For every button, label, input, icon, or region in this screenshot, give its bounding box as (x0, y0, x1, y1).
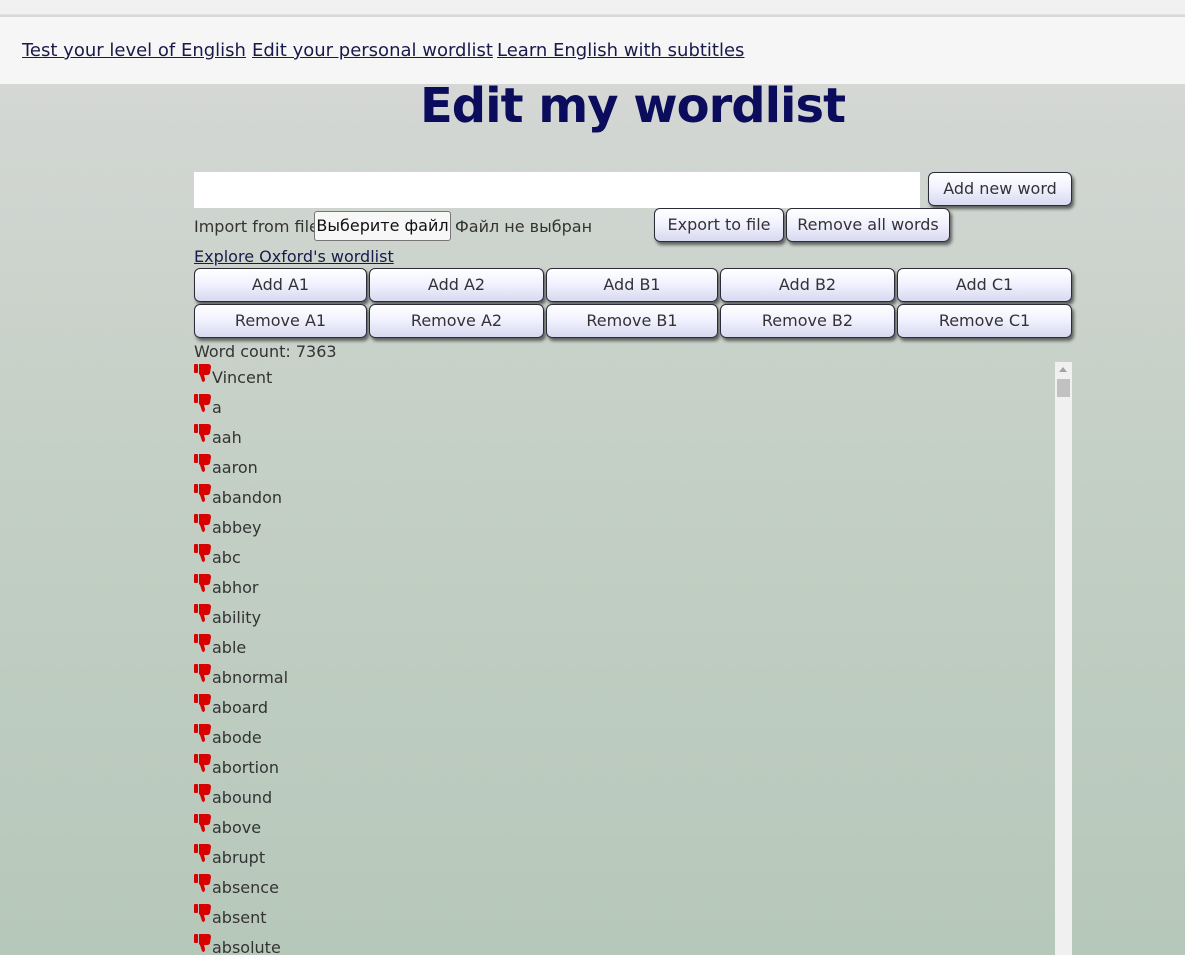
thumbs-down-icon[interactable] (194, 483, 212, 503)
thumbs-down-icon[interactable] (194, 423, 212, 443)
scroll-up-arrow-icon[interactable] (1059, 367, 1067, 372)
remove-b1-button[interactable]: Remove B1 (546, 304, 718, 338)
remove-c1-button[interactable]: Remove C1 (897, 304, 1072, 338)
word-text: abhor (212, 577, 259, 597)
word-text: abnormal (212, 667, 289, 687)
word-text: absence (212, 877, 279, 897)
word-text: abode (212, 727, 262, 747)
word-list-item: abnormal (194, 662, 288, 692)
browser-top-strip (0, 0, 1185, 15)
word-text: a (212, 397, 222, 417)
word-list-item: Vincent (194, 362, 272, 392)
word-text: abbey (212, 517, 262, 537)
word-text: abandon (212, 487, 282, 507)
page-title: Edit my wordlist (419, 78, 846, 134)
new-word-input[interactable] (194, 172, 920, 208)
scrollbar-thumb[interactable] (1057, 379, 1070, 397)
add-a1-button[interactable]: Add A1 (194, 268, 367, 302)
add-b1-button[interactable]: Add B1 (546, 268, 718, 302)
remove-all-words-button[interactable]: Remove all words (786, 208, 950, 242)
word-text: aaron (212, 457, 258, 477)
word-list-item: absent (194, 902, 267, 932)
nav-link-edit-wordlist[interactable]: Edit your personal wordlist (252, 40, 493, 61)
word-list-item: abortion (194, 752, 279, 782)
thumbs-down-icon[interactable] (194, 393, 212, 413)
explore-oxford-wordlist-link[interactable]: Explore Oxford's wordlist (194, 247, 394, 266)
word-text: abrupt (212, 847, 266, 867)
word-text: absolute (212, 937, 281, 955)
top-navbar: Test your level of English Edit your per… (0, 17, 1185, 84)
thumbs-down-icon[interactable] (194, 663, 212, 683)
word-text: aah (212, 427, 242, 447)
thumbs-down-icon[interactable] (194, 603, 212, 623)
thumbs-down-icon[interactable] (194, 813, 212, 833)
word-text: aboard (212, 697, 269, 717)
word-list: Vincent a aah aaron abandon abbey abc abhor abil… (194, 362, 1056, 955)
thumbs-down-icon[interactable] (194, 873, 212, 893)
thumbs-down-icon[interactable] (194, 543, 212, 563)
word-list-item: abode (194, 722, 262, 752)
add-a2-button[interactable]: Add A2 (369, 268, 544, 302)
add-b2-button[interactable]: Add B2 (720, 268, 895, 302)
word-list-item: abound (194, 782, 272, 812)
word-text: abound (212, 787, 273, 807)
thumbs-down-icon[interactable] (194, 633, 212, 653)
remove-a2-button[interactable]: Remove A2 (369, 304, 544, 338)
thumbs-down-icon[interactable] (194, 783, 212, 803)
file-status-text: Файл не выбран (455, 217, 593, 236)
word-text: ability (212, 607, 262, 627)
nav-link-learn-subtitles[interactable]: Learn English with subtitles (497, 40, 744, 61)
word-list-item: a (194, 392, 222, 422)
choose-file-button[interactable]: Выберите файл (314, 211, 451, 241)
word-text: absent (212, 907, 267, 927)
import-label: Import from file: (194, 217, 325, 236)
word-count: Word count: 7363 (194, 342, 337, 361)
thumbs-down-icon[interactable] (194, 453, 212, 473)
word-list-item: aah (194, 422, 242, 452)
add-new-word-button[interactable]: Add new word (928, 172, 1072, 206)
remove-b2-button[interactable]: Remove B2 (720, 304, 895, 338)
thumbs-down-icon[interactable] (194, 903, 212, 923)
thumbs-down-icon[interactable] (194, 573, 212, 593)
remove-a1-button[interactable]: Remove A1 (194, 304, 367, 338)
word-list-item: absolute (194, 932, 281, 955)
thumbs-down-icon[interactable] (194, 843, 212, 863)
add-c1-button[interactable]: Add C1 (897, 268, 1072, 302)
word-list-item: above (194, 812, 261, 842)
word-list-item: abandon (194, 482, 282, 512)
word-list-item: ability (194, 602, 261, 632)
word-list-item: absence (194, 872, 279, 902)
word-list-item: abbey (194, 512, 261, 542)
word-list-item: aboard (194, 692, 268, 722)
word-list-item: abc (194, 542, 241, 572)
word-text: Vincent (212, 367, 273, 387)
word-list-item: aaron (194, 452, 258, 482)
word-list-item: abrupt (194, 842, 265, 872)
word-list-item: able (194, 632, 246, 662)
word-list-item: abhor (194, 572, 258, 602)
word-text: able (212, 637, 247, 657)
thumbs-down-icon[interactable] (194, 753, 212, 773)
word-text: above (212, 817, 262, 837)
thumbs-down-icon[interactable] (194, 723, 212, 743)
thumbs-down-icon[interactable] (194, 363, 212, 383)
thumbs-down-icon[interactable] (194, 693, 212, 713)
word-list-scrollbar[interactable] (1055, 362, 1072, 955)
nav-link-test-level[interactable]: Test your level of English (22, 40, 246, 61)
export-to-file-button[interactable]: Export to file (654, 208, 784, 242)
word-text: abc (212, 547, 241, 567)
word-text: abortion (212, 757, 279, 777)
thumbs-down-icon[interactable] (194, 513, 212, 533)
thumbs-down-icon[interactable] (194, 933, 212, 953)
